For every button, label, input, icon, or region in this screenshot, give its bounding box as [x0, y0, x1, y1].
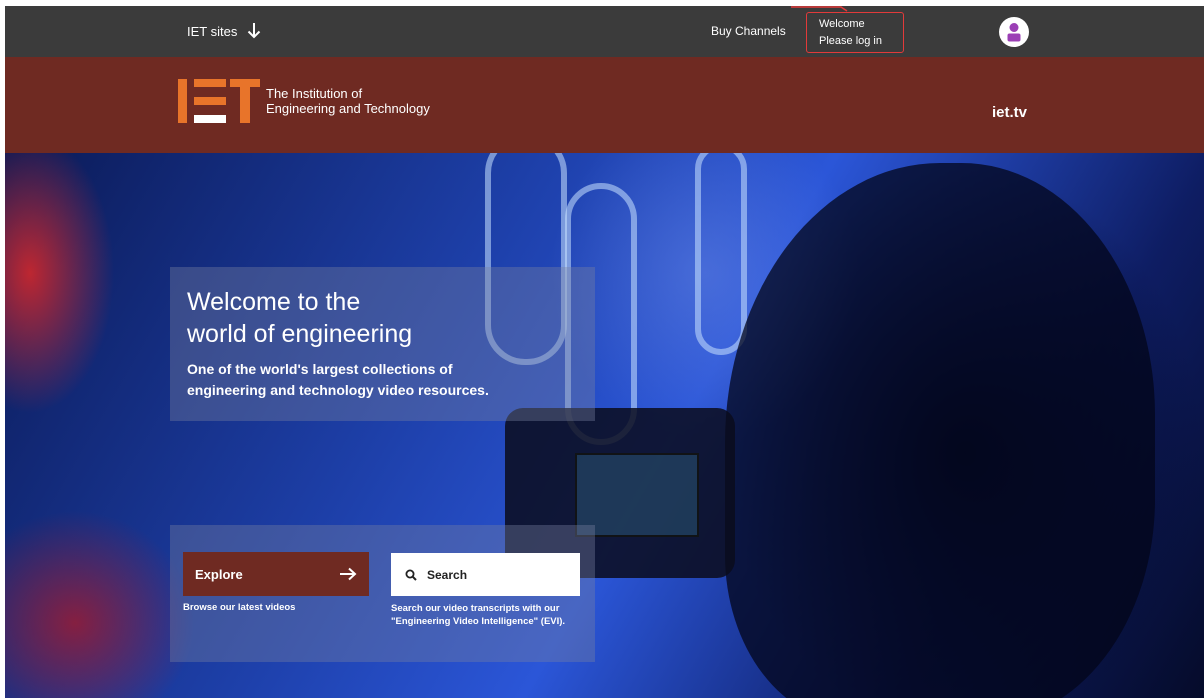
search-button[interactable]: Search: [391, 553, 580, 596]
explore-label: Explore: [195, 566, 243, 582]
annotation-pointer: [791, 6, 848, 12]
buy-channels-link[interactable]: Buy Channels: [711, 24, 786, 38]
top-bar: IET sites Buy Channels Welcome Please lo…: [5, 6, 1204, 57]
search-caption: Search our video transcripts with our "E…: [391, 602, 591, 628]
logo-text-line2: Engineering and Technology: [266, 101, 430, 116]
iet-sites-label: IET sites: [187, 23, 238, 39]
page: IET sites Buy Channels Welcome Please lo…: [5, 6, 1204, 698]
neon-light-decoration: [695, 153, 747, 355]
user-avatar-button[interactable]: [999, 17, 1029, 47]
iet-tv-link[interactable]: iet.tv: [992, 104, 1027, 121]
hero-banner: Welcome to the world of engineering One …: [5, 153, 1204, 698]
hero-title: Welcome to the world of engineering: [187, 286, 412, 350]
search-icon: [405, 569, 417, 581]
person-silhouette: [725, 163, 1155, 698]
hero-subtitle-line1: One of the world's largest collections o…: [187, 361, 453, 377]
please-log-in-text: Please log in: [819, 35, 882, 47]
search-caption-line2: "Engineering Video Intelligence" (EVI).: [391, 616, 566, 627]
site-header: The Institution of Engineering and Techn…: [5, 57, 1204, 153]
hero-title-line2: world of engineering: [187, 320, 413, 348]
logo-text: The Institution of Engineering and Techn…: [266, 86, 430, 116]
iet-logo-mark: [178, 79, 260, 123]
login-prompt[interactable]: Welcome Please log in: [806, 12, 904, 53]
explore-button[interactable]: Explore: [183, 552, 369, 596]
iet-sites-menu[interactable]: IET sites: [187, 22, 261, 40]
hero-subtitle: One of the world's largest collections o…: [187, 359, 489, 401]
explore-caption: Browse our latest videos: [183, 602, 296, 613]
search-caption-line1: Search our video transcripts with our: [391, 603, 560, 614]
welcome-text: Welcome: [819, 18, 865, 30]
iet-logo[interactable]: The Institution of Engineering and Techn…: [178, 79, 430, 123]
logo-text-line1: The Institution of: [266, 86, 363, 101]
user-avatar-icon: [1007, 23, 1021, 42]
hero-title-line1: Welcome to the: [187, 288, 361, 316]
hero-subtitle-line2: engineering and technology video resourc…: [187, 382, 489, 398]
arrow-down-icon: [248, 23, 261, 39]
search-label: Search: [427, 567, 468, 582]
arrow-right-icon: [340, 567, 357, 581]
